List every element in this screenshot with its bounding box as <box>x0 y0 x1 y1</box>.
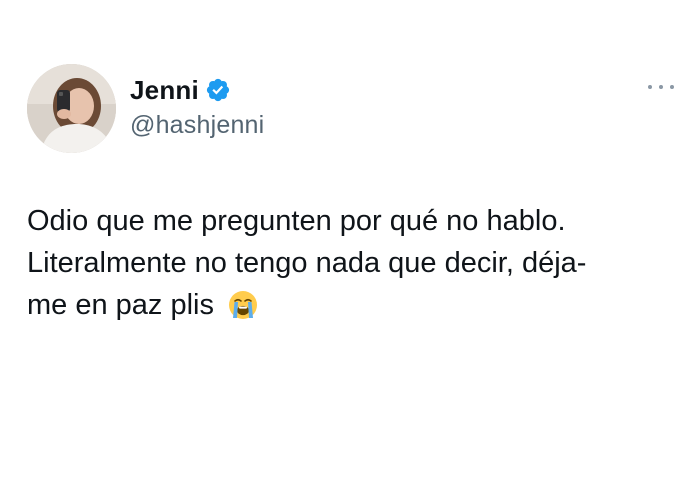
tweet-card: Jenni @hashjenni Odio que me pregunten p… <box>0 0 700 481</box>
verified-badge-icon <box>205 77 231 103</box>
tweet-text-line: Literalmente no tengo nada que decir, dé… <box>27 247 587 279</box>
tweet-text-segment: me en paz plis <box>27 289 214 321</box>
display-name[interactable]: Jenni <box>130 75 199 106</box>
avatar-photo <box>27 64 116 153</box>
avatar[interactable] <box>27 64 116 153</box>
user-handle[interactable]: @hashjenni <box>130 111 264 140</box>
name-row: Jenni <box>130 74 231 106</box>
tweet-text-line: Odio que me pregunten por qué no hablo. <box>27 205 566 237</box>
loudly-crying-face-icon <box>228 290 258 320</box>
more-horizontal-icon[interactable] <box>648 82 674 92</box>
tweet-text: Odio que me pregunten por qué no hablo. … <box>27 200 687 326</box>
tweet-text-line-last: me en paz plis <box>27 284 687 326</box>
